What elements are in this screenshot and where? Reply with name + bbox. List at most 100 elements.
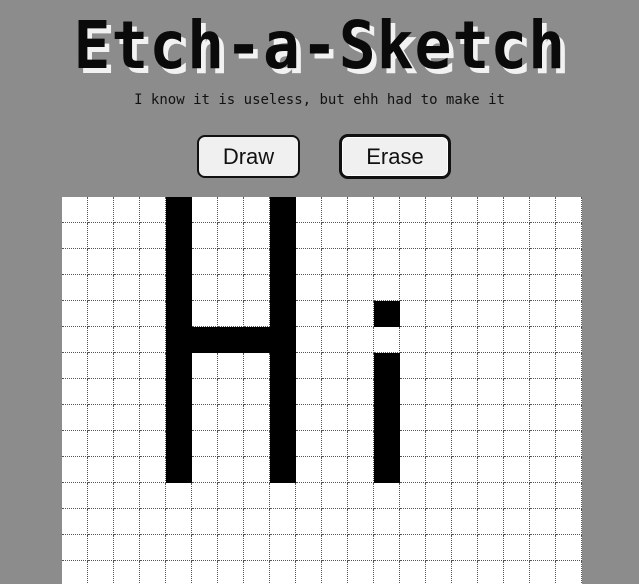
grid-cell[interactable] <box>88 405 114 431</box>
grid-cell[interactable] <box>244 275 270 301</box>
grid-cell[interactable] <box>114 249 140 275</box>
grid-cell[interactable] <box>348 431 374 457</box>
grid-cell[interactable] <box>62 509 88 535</box>
grid-cell[interactable] <box>296 509 322 535</box>
grid-cell[interactable] <box>270 327 296 353</box>
grid-cell[interactable] <box>114 509 140 535</box>
grid-cell[interactable] <box>426 275 452 301</box>
grid-cell[interactable] <box>530 457 556 483</box>
grid-cell[interactable] <box>166 457 192 483</box>
grid-cell[interactable] <box>218 353 244 379</box>
grid-cell[interactable] <box>530 223 556 249</box>
grid-cell[interactable] <box>192 249 218 275</box>
grid-cell[interactable] <box>374 249 400 275</box>
grid-cell[interactable] <box>166 275 192 301</box>
grid-cell[interactable] <box>530 379 556 405</box>
grid-cell[interactable] <box>426 561 452 584</box>
grid-cell[interactable] <box>62 249 88 275</box>
grid-cell[interactable] <box>556 223 582 249</box>
grid-cell[interactable] <box>478 379 504 405</box>
grid-cell[interactable] <box>296 483 322 509</box>
grid-cell[interactable] <box>114 561 140 584</box>
grid-cell[interactable] <box>140 535 166 561</box>
grid-cell[interactable] <box>530 197 556 223</box>
sketch-grid[interactable] <box>62 197 582 584</box>
grid-cell[interactable] <box>244 405 270 431</box>
grid-cell[interactable] <box>296 275 322 301</box>
grid-cell[interactable] <box>374 535 400 561</box>
grid-cell[interactable] <box>452 327 478 353</box>
grid-cell[interactable] <box>426 249 452 275</box>
grid-cell[interactable] <box>140 301 166 327</box>
grid-cell[interactable] <box>62 223 88 249</box>
grid-cell[interactable] <box>192 457 218 483</box>
grid-cell[interactable] <box>88 197 114 223</box>
grid-cell[interactable] <box>166 197 192 223</box>
erase-button[interactable]: Erase <box>340 135 450 178</box>
grid-cell[interactable] <box>244 379 270 405</box>
grid-cell[interactable] <box>192 431 218 457</box>
grid-cell[interactable] <box>374 275 400 301</box>
grid-cell[interactable] <box>426 535 452 561</box>
grid-cell[interactable] <box>556 483 582 509</box>
grid-cell[interactable] <box>62 483 88 509</box>
grid-cell[interactable] <box>452 431 478 457</box>
grid-cell[interactable] <box>504 457 530 483</box>
grid-cell[interactable] <box>114 353 140 379</box>
grid-cell[interactable] <box>192 223 218 249</box>
grid-cell[interactable] <box>374 223 400 249</box>
grid-cell[interactable] <box>166 327 192 353</box>
grid-cell[interactable] <box>192 405 218 431</box>
grid-cell[interactable] <box>426 197 452 223</box>
grid-cell[interactable] <box>62 327 88 353</box>
grid-cell[interactable] <box>218 379 244 405</box>
grid-cell[interactable] <box>140 431 166 457</box>
grid-cell[interactable] <box>270 275 296 301</box>
grid-cell[interactable] <box>322 249 348 275</box>
grid-cell[interactable] <box>140 327 166 353</box>
grid-cell[interactable] <box>452 483 478 509</box>
grid-cell[interactable] <box>452 223 478 249</box>
grid-cell[interactable] <box>478 457 504 483</box>
grid-cell[interactable] <box>556 561 582 584</box>
grid-cell[interactable] <box>296 561 322 584</box>
grid-cell[interactable] <box>88 431 114 457</box>
grid-cell[interactable] <box>218 223 244 249</box>
grid-cell[interactable] <box>400 509 426 535</box>
grid-cell[interactable] <box>114 327 140 353</box>
grid-cell[interactable] <box>322 509 348 535</box>
grid-cell[interactable] <box>478 405 504 431</box>
grid-cell[interactable] <box>218 535 244 561</box>
grid-cell[interactable] <box>192 327 218 353</box>
grid-cell[interactable] <box>244 483 270 509</box>
grid-cell[interactable] <box>166 379 192 405</box>
grid-cell[interactable] <box>426 223 452 249</box>
grid-cell[interactable] <box>374 405 400 431</box>
grid-cell[interactable] <box>556 353 582 379</box>
grid-cell[interactable] <box>166 249 192 275</box>
grid-cell[interactable] <box>374 509 400 535</box>
grid-cell[interactable] <box>478 275 504 301</box>
grid-cell[interactable] <box>114 379 140 405</box>
grid-cell[interactable] <box>244 431 270 457</box>
grid-cell[interactable] <box>348 509 374 535</box>
grid-cell[interactable] <box>270 379 296 405</box>
grid-cell[interactable] <box>140 249 166 275</box>
grid-cell[interactable] <box>478 327 504 353</box>
grid-cell[interactable] <box>426 353 452 379</box>
grid-cell[interactable] <box>140 483 166 509</box>
grid-cell[interactable] <box>270 223 296 249</box>
grid-cell[interactable] <box>426 379 452 405</box>
grid-cell[interactable] <box>218 509 244 535</box>
grid-cell[interactable] <box>62 275 88 301</box>
grid-cell[interactable] <box>88 379 114 405</box>
grid-cell[interactable] <box>374 353 400 379</box>
grid-cell[interactable] <box>452 353 478 379</box>
grid-cell[interactable] <box>322 483 348 509</box>
grid-cell[interactable] <box>166 535 192 561</box>
grid-cell[interactable] <box>244 457 270 483</box>
grid-cell[interactable] <box>114 405 140 431</box>
grid-cell[interactable] <box>530 405 556 431</box>
grid-cell[interactable] <box>322 535 348 561</box>
grid-cell[interactable] <box>140 275 166 301</box>
